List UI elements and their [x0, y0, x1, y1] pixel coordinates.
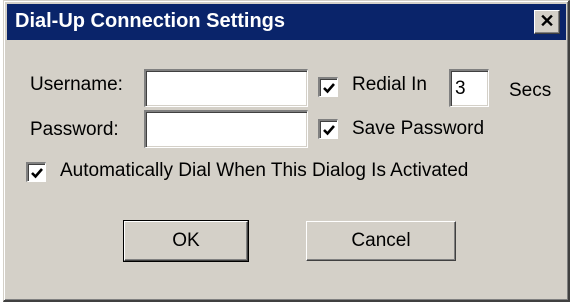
checkmark-icon: [31, 168, 43, 179]
dialog-title: Dial-Up Connection Settings: [15, 10, 285, 32]
cancel-button[interactable]: Cancel: [306, 221, 456, 261]
password-label: Password:: [30, 119, 119, 140]
checkmark-icon: [323, 83, 335, 94]
redial-unit-label: Secs: [509, 80, 552, 101]
close-button[interactable]: ✕: [534, 10, 560, 34]
redial-checkbox[interactable]: [318, 77, 338, 97]
dialup-settings-dialog: Dial-Up Connection Settings ✕ Username: …: [3, 0, 570, 302]
username-input[interactable]: [144, 69, 308, 107]
auto-dial-label: Automatically Dial When This Dialog Is A…: [60, 160, 469, 181]
redial-label: Redial In: [352, 74, 427, 95]
password-input[interactable]: [144, 110, 308, 148]
close-icon: ✕: [539, 11, 555, 31]
title-bar: Dial-Up Connection Settings ✕: [7, 4, 566, 40]
save-password-checkbox[interactable]: [318, 119, 338, 139]
save-password-label: Save Password: [352, 118, 485, 139]
auto-dial-checkbox[interactable]: [26, 162, 46, 182]
username-label: Username:: [30, 74, 123, 95]
redial-seconds-input[interactable]: [449, 69, 489, 107]
checkmark-icon: [323, 125, 335, 136]
ok-button[interactable]: OK: [123, 220, 249, 262]
